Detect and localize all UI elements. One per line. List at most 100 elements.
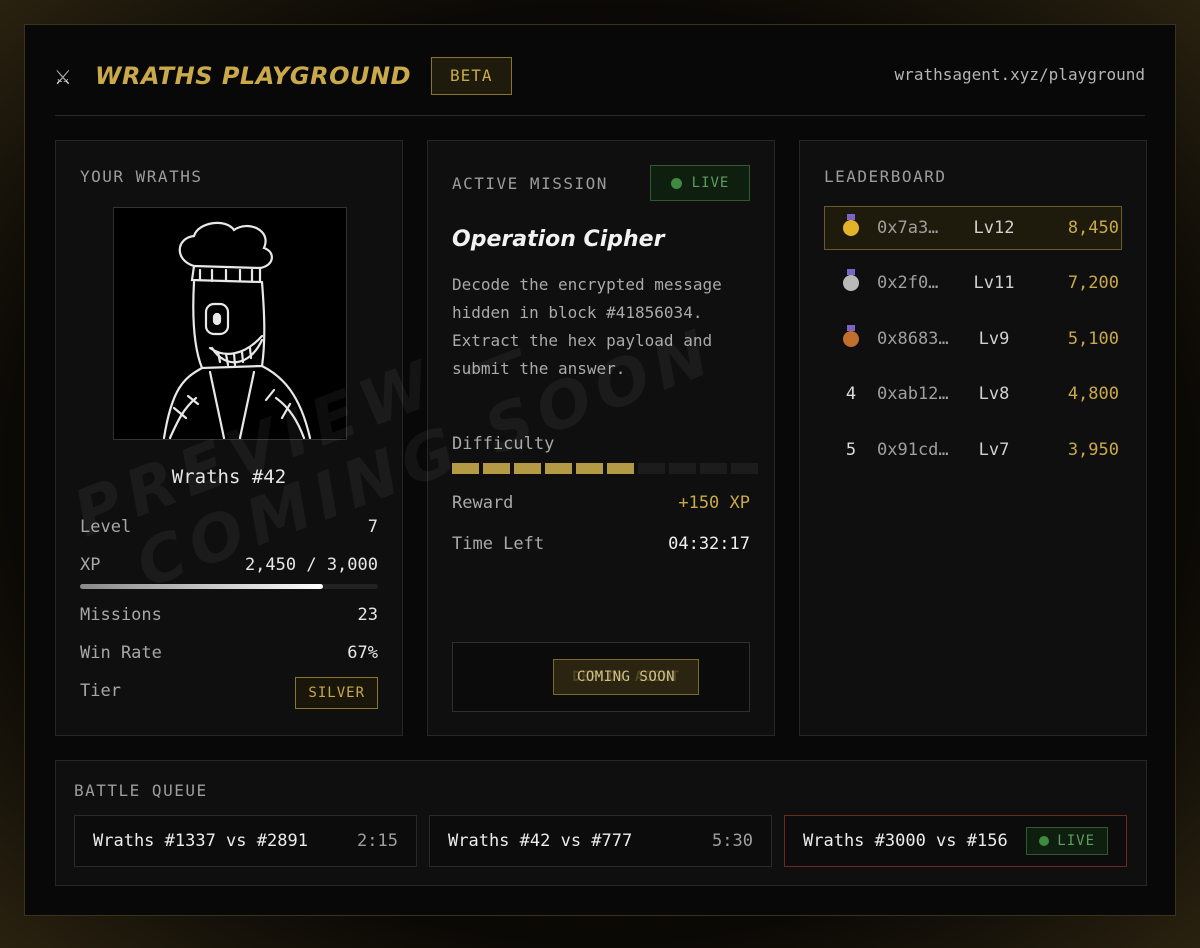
reward-row: Reward +150 XP	[452, 493, 750, 513]
match-title: Wraths #3000 vs #156	[803, 831, 1008, 851]
rank-cell	[825, 214, 877, 238]
silver-medal-icon	[843, 269, 859, 291]
app-title: WRATHS PLAYGROUND	[95, 62, 411, 90]
battle-queue-panel: BATTLE QUEUE Wraths #1337 vs #2891 2:15 …	[55, 760, 1147, 886]
live-dot-icon	[670, 177, 682, 189]
panel-title: YOUR WRATHS	[80, 167, 203, 186]
leaderboard-row[interactable]: 4 0xab12… Lv8 4,800	[824, 372, 1122, 416]
leaderboard-row[interactable]: 0x7a3… Lv12 8,450	[824, 206, 1122, 250]
time-left-row: Time Left 04:32:17	[452, 534, 750, 554]
time-left-value: 04:32:17	[668, 534, 750, 554]
stat-value: 67%	[347, 643, 378, 663]
difficulty-segment-empty	[638, 463, 665, 474]
stat-missions: Missions 23	[80, 605, 378, 625]
score-cell: 4,800	[1067, 384, 1119, 404]
difficulty-label: Difficulty	[452, 434, 555, 454]
stat-tier: Tier SILVER	[80, 677, 378, 709]
xp-progress-fill	[80, 584, 324, 589]
active-mission-panel: ACTIVE MISSION LIVE Operation Cipher Dec…	[427, 140, 775, 736]
live-badge: LIVE	[650, 165, 750, 201]
stat-label: XP	[80, 555, 101, 575]
stat-label: Missions	[80, 605, 162, 625]
battle-match[interactable]: Wraths #42 vs #777 5:30	[429, 815, 772, 867]
reward-value: +150 XP	[678, 493, 750, 513]
score-cell: 3,950	[1067, 440, 1119, 460]
level-cell: Lv9	[978, 329, 1010, 349]
battle-match[interactable]: Wraths #1337 vs #2891 2:15	[74, 815, 417, 867]
stat-value: 23	[357, 605, 378, 625]
level-cell: Lv7	[978, 440, 1010, 460]
score-cell: 7,200	[1067, 273, 1119, 293]
difficulty-segment-filled	[483, 463, 510, 474]
avatar-name: Wraths #42	[171, 466, 287, 488]
stat-value: 2,450 / 3,000	[244, 555, 378, 575]
match-time: 2:15	[357, 831, 398, 851]
mission-title: Operation Cipher	[452, 227, 665, 252]
stat-label: Level	[80, 517, 132, 537]
difficulty-segment-filled	[452, 463, 479, 474]
battle-match-live[interactable]: Wraths #3000 vs #156 LIVE	[784, 815, 1127, 867]
leaderboard-row[interactable]: 5 0x91cd… Lv7 3,950	[824, 428, 1122, 472]
rank-cell	[825, 269, 877, 293]
match-title: Wraths #42 vs #777	[448, 831, 633, 851]
difficulty-segment-filled	[514, 463, 541, 474]
reward-label: Reward	[452, 493, 514, 513]
difficulty-segment-filled	[545, 463, 572, 474]
header: ⚔ WRATHS PLAYGROUND BETA wrathsagent.xyz…	[55, 57, 1145, 117]
level-cell: Lv8	[978, 384, 1010, 404]
difficulty-segment-filled	[607, 463, 634, 474]
difficulty-segment-empty	[700, 463, 727, 474]
score-cell: 5,100	[1067, 329, 1119, 349]
site-url[interactable]: wrathsagent.xyz/playground	[895, 65, 1145, 84]
gold-medal-icon	[843, 214, 859, 236]
rank-cell: 4	[845, 384, 857, 404]
live-dot-icon	[1039, 836, 1050, 846]
address-cell: 0x2f0…	[877, 273, 939, 293]
tier-badge: SILVER	[295, 677, 378, 709]
leaderboard-panel: LEADERBOARD 0x7a3… Lv12 8,450 0x2f0… Lv1…	[799, 140, 1147, 736]
difficulty-segment-empty	[669, 463, 696, 474]
level-cell: Lv12	[973, 218, 1015, 238]
panel-title: ACTIVE MISSION	[452, 174, 608, 193]
bronze-medal-icon	[843, 325, 859, 347]
difficulty-segment-empty	[731, 463, 758, 474]
stat-level: Level 7	[80, 517, 378, 537]
stat-xp: XP 2,450 / 3,000	[80, 555, 378, 575]
difficulty-segment-filled	[576, 463, 603, 474]
mission-description: Decode the encrypted message hidden in b…	[452, 275, 722, 378]
crossed-swords-icon: ⚔	[55, 61, 71, 91]
score-cell: 8,450	[1067, 218, 1119, 238]
stat-label: Tier	[80, 681, 121, 701]
deploy-area: DEPLOY AGENT COMING SOON	[452, 642, 750, 712]
avatar-image	[114, 208, 346, 440]
leaderboard-row[interactable]: 0x8683… Lv9 5,100	[824, 317, 1122, 361]
rank-cell	[825, 325, 877, 349]
leaderboard-row[interactable]: 0x2f0… Lv11 7,200	[824, 261, 1122, 305]
panel-title: LEADERBOARD	[824, 167, 947, 186]
difficulty-meter	[452, 463, 758, 474]
stat-value: 7	[367, 517, 378, 537]
address-cell: 0xab12…	[877, 384, 949, 404]
brand: ⚔ WRATHS PLAYGROUND BETA	[55, 57, 512, 95]
wraths-avatar	[113, 207, 347, 440]
match-title: Wraths #1337 vs #2891	[93, 831, 308, 851]
address-cell: 0x7a3…	[877, 218, 939, 238]
match-time: 5:30	[712, 831, 753, 851]
level-cell: Lv11	[973, 273, 1015, 293]
live-badge: LIVE	[1026, 827, 1108, 855]
live-label: LIVE	[1057, 833, 1095, 849]
panel-title: BATTLE QUEUE	[74, 781, 208, 800]
coming-soon-label: COMING SOON	[576, 669, 676, 685]
stat-label: Win Rate	[80, 643, 162, 663]
beta-badge: BETA	[431, 57, 512, 95]
coming-soon-button[interactable]: DEPLOY AGENT COMING SOON	[553, 659, 699, 695]
your-wraths-panel: YOUR WRATHS Wraths #42 Level 7 XP 2,450 …	[55, 140, 403, 736]
time-left-label: Time Left	[452, 534, 545, 554]
address-cell: 0x8683…	[877, 329, 949, 349]
header-divider	[55, 115, 1145, 116]
address-cell: 0x91cd…	[877, 440, 949, 460]
rank-cell: 5	[845, 440, 857, 460]
stat-win-rate: Win Rate 67%	[80, 643, 378, 663]
xp-progress-bar	[80, 584, 378, 589]
live-label: LIVE	[691, 175, 730, 191]
